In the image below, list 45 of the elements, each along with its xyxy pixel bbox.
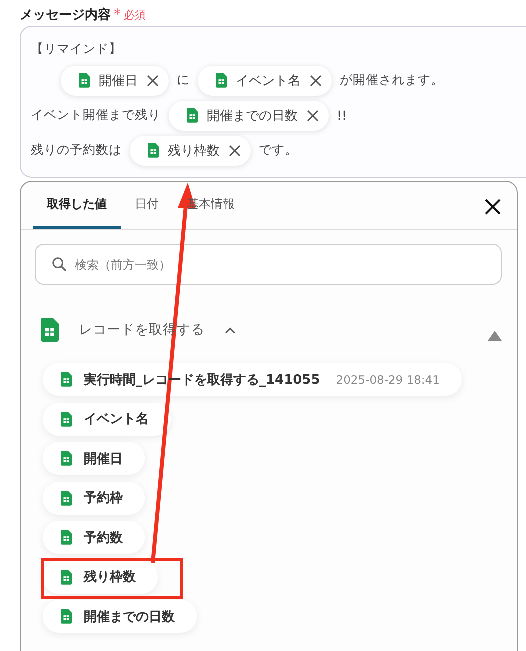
panel-tab[interactable]: 日付 (121, 182, 173, 229)
remove-icon[interactable] (229, 144, 241, 156)
variable-item[interactable]: 開催までの日数 (43, 600, 197, 633)
variable-chip[interactable]: 開催までの日数 (169, 100, 329, 130)
remove-icon[interactable] (307, 110, 319, 122)
message-text: が開催されます。 (340, 72, 444, 89)
required-label: 必須 (124, 8, 146, 23)
caret-icon[interactable] (225, 326, 236, 334)
variable-chip[interactable]: 残り枠数 (130, 136, 251, 166)
message-text: です。 (259, 142, 298, 159)
spreadsheet-icon (61, 530, 72, 545)
search-input[interactable]: 検索（前方一致） (73, 256, 485, 272)
spreadsheet-icon (216, 73, 227, 88)
spreadsheet-icon (79, 73, 90, 88)
panel-tab[interactable]: 取得した値 (33, 182, 121, 229)
field-label: メッセージ内容 (20, 6, 111, 24)
scroll-up-icon[interactable] (488, 331, 502, 341)
spreadsheet-icon (61, 372, 72, 387)
spreadsheet-icon (61, 451, 72, 466)
variable-chip[interactable]: 開催日 (61, 66, 169, 96)
message-field[interactable]: 【リマインド】 開催日 に イベント名 が開催されます。 イベント開催まで残り 開催までの日数 !! 残りの予約数は 残り枠数 です。 (20, 26, 526, 178)
close-icon[interactable] (485, 199, 501, 215)
spreadsheet-icon (61, 412, 72, 426)
variable-item[interactable]: 予約数 (43, 521, 145, 554)
message-text: 残りの予約数は (31, 142, 122, 159)
search-icon (52, 257, 67, 272)
spreadsheet-icon (61, 570, 72, 584)
spreadsheet-icon (187, 108, 198, 123)
spreadsheet-icon (61, 490, 72, 506)
spreadsheet-icon (61, 609, 72, 624)
message-text: 【リマインド】 (31, 40, 122, 58)
remove-icon[interactable] (147, 74, 159, 86)
remove-icon[interactable] (310, 74, 322, 86)
message-text: !! (337, 108, 348, 123)
variable-item[interactable]: イベント名 (43, 402, 171, 436)
spreadsheet-icon (148, 143, 159, 158)
required-mark: * (114, 7, 121, 23)
variable-item[interactable]: 予約枠 (43, 482, 145, 514)
search-field[interactable]: 検索（前方一致） (35, 244, 502, 285)
spreadsheet-icon (41, 318, 59, 342)
variable-item[interactable]: 開催日 (43, 442, 145, 475)
message-text: イベント開催まで残り (31, 107, 161, 124)
variable-chip[interactable]: イベント名 (198, 66, 332, 96)
message-text: に (177, 72, 190, 89)
variable-item[interactable]: 残り枠数 (43, 560, 158, 594)
